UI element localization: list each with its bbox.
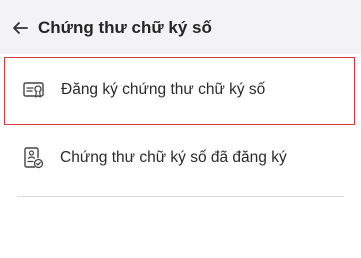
register-certificate-item[interactable]: Đăng ký chứng thư chữ ký số — [4, 57, 355, 125]
app-header: Chứng thư chữ ký số — [0, 0, 361, 54]
page-title: Chứng thư chữ ký số — [38, 18, 212, 37]
register-certificate-label: Đăng ký chứng thư chữ ký số — [61, 81, 266, 98]
arrow-left-icon — [13, 22, 28, 34]
certificate-icon — [23, 82, 44, 98]
back-button[interactable] — [8, 16, 32, 40]
registered-certificates-label: Chứng thư chữ ký số đã đăng ký — [60, 149, 287, 166]
registered-certificates-item[interactable]: Chứng thư chữ ký số đã đăng ký — [4, 126, 355, 194]
registered-document-icon — [24, 147, 44, 169]
divider — [17, 196, 344, 197]
